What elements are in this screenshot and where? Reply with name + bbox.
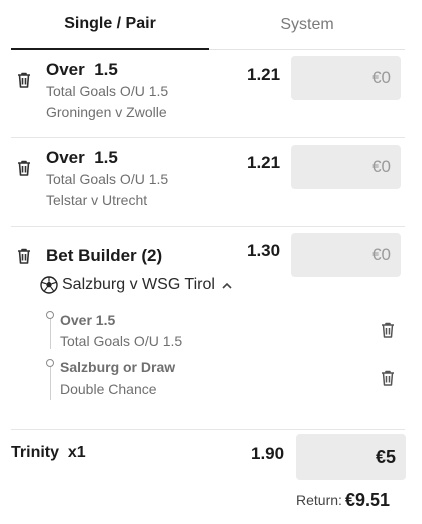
bet-builder-odds: 1.30 (247, 241, 281, 260)
trash-icon[interactable] (381, 322, 395, 338)
bet-builder-match: Salzburg v WSG Tirol (62, 276, 215, 293)
selection-match: Groningen v Zwolle (46, 104, 167, 120)
football-icon (40, 276, 58, 294)
chevron-up-icon (221, 279, 233, 291)
trash-icon[interactable] (17, 160, 31, 176)
selection-row: Over 1.5 Total Goals O/U 1.5 Groningen v… (11, 50, 405, 138)
leg-marker (46, 359, 54, 367)
trash-icon[interactable] (17, 248, 31, 264)
leg-connector (50, 315, 51, 349)
bet-builder-row: Bet Builder (2) 1.30 €0 Salzburg v WSG T… (11, 227, 405, 430)
selection-title: Over 1.5 (46, 148, 118, 167)
return-label: Return: (296, 492, 342, 508)
selection-title: Over 1.5 (46, 60, 118, 79)
selection-odds: 1.21 (247, 65, 281, 84)
stake-input[interactable]: €0 (291, 233, 401, 277)
total-odds: 1.90 (251, 444, 285, 463)
selection-match: Telstar v Utrecht (46, 192, 148, 208)
stake-input[interactable]: €0 (291, 145, 401, 189)
trash-icon[interactable] (381, 370, 395, 386)
stake-input[interactable]: €0 (291, 56, 401, 100)
leg-connector (50, 367, 51, 400)
selection-market: Total Goals O/U 1.5 (46, 171, 169, 187)
leg-market: Total Goals O/U 1.5 (60, 333, 183, 349)
selection-odds: 1.21 (247, 153, 281, 172)
tab-single-pair[interactable]: Single / Pair (11, 0, 209, 50)
bet-type-tabs: Single / Pair System (0, 0, 422, 50)
tab-system[interactable]: System (209, 0, 405, 50)
total-stake-input[interactable]: €5 (296, 434, 406, 480)
selection-market: Total Goals O/U 1.5 (46, 83, 169, 99)
leg-marker (46, 311, 54, 319)
return-value: €9.51 (345, 490, 391, 510)
bet-builder-title: Bet Builder (2) (46, 246, 163, 265)
leg-title: Over 1.5 (60, 312, 116, 328)
bet-builder-match-toggle[interactable]: Salzburg v WSG Tirol (40, 276, 233, 294)
selection-row: Over 1.5 Total Goals O/U 1.5 Telstar v U… (11, 138, 405, 227)
bet-type-label: Trinity x1 (11, 444, 86, 461)
trash-icon[interactable] (17, 72, 31, 88)
leg-title: Salzburg or Draw (60, 359, 176, 375)
leg-market: Double Chance (60, 381, 157, 397)
